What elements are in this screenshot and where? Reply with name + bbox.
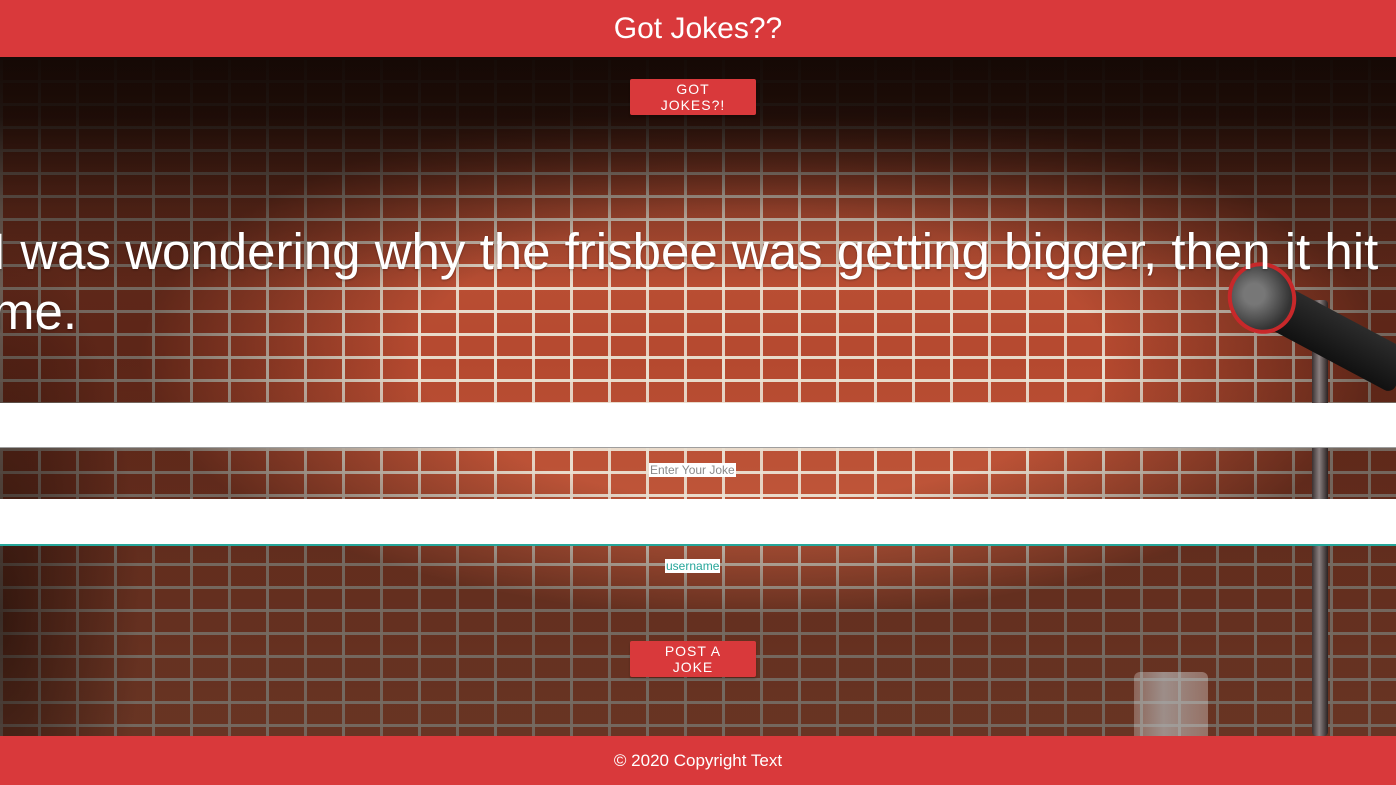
site-title[interactable]: Got Jokes?? [614, 12, 782, 46]
joke-input[interactable] [0, 403, 1396, 448]
username-input-label: username [665, 559, 721, 573]
post-joke-button[interactable]: POST A JOKE [630, 641, 756, 677]
footer: © 2020 Copyright Text [0, 736, 1396, 785]
copyright-text: © 2020 Copyright Text [613, 750, 783, 770]
water-glass-image [1134, 672, 1208, 736]
username-input[interactable] [0, 499, 1396, 546]
page: Got Jokes?? GOT JOKES?! I was wondering … [0, 0, 1396, 785]
got-jokes-button[interactable]: GOT JOKES?! [630, 79, 756, 115]
top-navbar: Got Jokes?? [0, 0, 1396, 57]
joke-text: I was wondering why the frisbee was gett… [0, 223, 1379, 340]
joke-input-label: Enter Your Joke [649, 463, 736, 477]
spotlight-shading [0, 57, 1396, 736]
